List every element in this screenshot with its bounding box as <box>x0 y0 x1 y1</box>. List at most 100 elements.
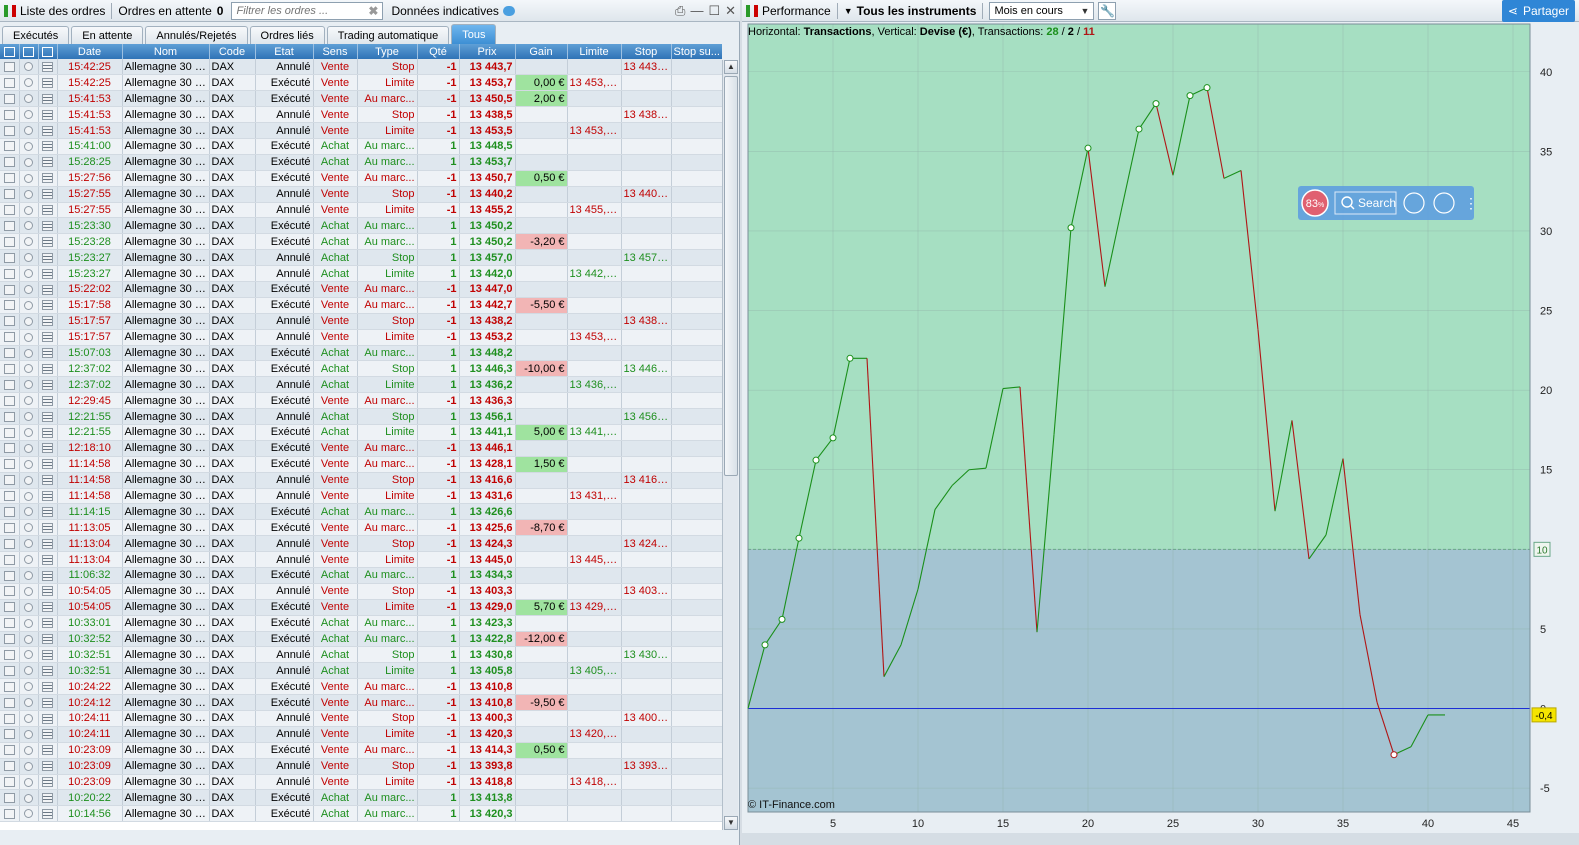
details-icon[interactable] <box>38 615 58 632</box>
table-row[interactable]: 15:23:28 Allemagne 30 a... DAX Exécuté Achat… <box>0 233 722 251</box>
cancel-icon[interactable] <box>0 519 20 537</box>
magnify-icon[interactable] <box>19 59 39 76</box>
cancel-icon[interactable] <box>0 678 20 696</box>
table-row[interactable]: 15:17:58 Allemagne 30 a... DAX Exécuté Vente… <box>0 297 722 314</box>
cancel-icon[interactable] <box>0 329 20 346</box>
details-icon[interactable] <box>38 424 58 441</box>
minimize-icon[interactable]: — <box>690 3 703 19</box>
magnify-icon[interactable] <box>19 742 39 759</box>
table-row[interactable]: 10:54:05 Allemagne 30 a... DAX Exécuté Vente… <box>0 599 722 616</box>
table-row[interactable]: 15:42:25 Allemagne 30 a... DAX Exécuté Vente… <box>0 74 722 92</box>
magnify-icon[interactable] <box>19 376 39 394</box>
details-icon[interactable] <box>38 710 58 727</box>
more-icon[interactable]: ⋮ <box>1464 195 1478 211</box>
tab-3[interactable]: Ordres liés <box>249 26 325 44</box>
table-row[interactable]: 15:41:53 Allemagne 30 a... DAX Annulé Vente L… <box>0 122 722 139</box>
details-icon[interactable] <box>38 583 58 600</box>
details-icon[interactable] <box>38 519 58 537</box>
scroll-down-icon[interactable]: ▼ <box>724 816 738 830</box>
magnify-icon[interactable] <box>19 678 39 696</box>
cancel-icon[interactable] <box>0 90 20 108</box>
magnify-icon[interactable] <box>19 74 39 92</box>
ico-search-icon[interactable] <box>19 44 39 59</box>
magnify-icon[interactable] <box>19 424 39 441</box>
cancel-icon[interactable] <box>0 297 20 314</box>
cancel-icon[interactable] <box>0 472 20 489</box>
details-icon[interactable] <box>38 742 58 759</box>
cancel-icon[interactable] <box>0 217 20 235</box>
instruments-dropdown[interactable]: ▼ Tous les instruments <box>840 0 981 22</box>
magnify-icon[interactable] <box>19 154 39 171</box>
cancel-icon[interactable] <box>0 646 20 664</box>
column-header[interactable]: Stop <box>621 44 672 59</box>
magnify-icon[interactable] <box>19 519 39 537</box>
magnify-icon[interactable] <box>19 503 39 521</box>
details-icon[interactable] <box>38 488 58 505</box>
table-row[interactable]: 10:23:09 Allemagne 30 a... DAX Annulé Vente L… <box>0 774 722 791</box>
details-icon[interactable] <box>38 631 58 648</box>
table-row[interactable]: 11:14:15 Allemagne 30 a... DAX Exécuté Achat… <box>0 503 722 521</box>
magnify-icon[interactable] <box>19 138 39 155</box>
details-icon[interactable] <box>38 345 58 362</box>
table-row[interactable]: 15:27:55 Allemagne 30 a... DAX Annulé Vente S… <box>0 186 722 203</box>
column-header[interactable]: Type <box>357 44 418 59</box>
table-row[interactable]: 10:33:01 Allemagne 30 a... DAX Exécuté Achat… <box>0 615 722 632</box>
table-row[interactable]: 12:18:10 Allemagne 30 a... DAX Exécuté Vente… <box>0 440 722 457</box>
details-icon[interactable] <box>38 789 58 807</box>
ico-config-icon[interactable] <box>0 44 20 59</box>
performance-button[interactable]: Performance <box>742 0 835 22</box>
cancel-icon[interactable] <box>0 789 20 807</box>
magnify-icon[interactable] <box>19 456 39 473</box>
magnify-icon[interactable] <box>19 758 39 775</box>
column-header[interactable]: Etat <box>255 44 314 59</box>
table-row[interactable]: 12:29:45 Allemagne 30 a... DAX Exécuté Vente… <box>0 392 722 410</box>
magnify-icon[interactable] <box>19 774 39 791</box>
table-row[interactable]: 10:32:51 Allemagne 30 a... DAX Annulé Achat L… <box>0 662 722 680</box>
table-row[interactable]: 15:42:25 Allemagne 30 a... DAX Annulé Vente S… <box>0 59 722 76</box>
cancel-icon[interactable] <box>0 710 20 727</box>
cancel-icon[interactable] <box>0 551 20 568</box>
column-header[interactable]: Qté <box>417 44 460 59</box>
magnify-icon[interactable] <box>19 408 39 425</box>
details-icon[interactable] <box>38 646 58 664</box>
cancel-icon[interactable] <box>0 154 20 171</box>
data-point[interactable] <box>1186 92 1194 100</box>
details-icon[interactable] <box>38 233 58 251</box>
cancel-icon[interactable] <box>0 122 20 139</box>
tab-2[interactable]: Annulés/Rejetés <box>145 26 248 44</box>
column-header[interactable]: Nom <box>122 44 210 59</box>
table-row[interactable]: 15:41:53 Allemagne 30 a... DAX Exécuté Vente… <box>0 90 722 108</box>
tab-5[interactable]: Tous <box>451 24 497 44</box>
details-icon[interactable] <box>38 726 58 743</box>
magnify-icon[interactable] <box>19 90 39 108</box>
cancel-icon[interactable] <box>0 503 20 521</box>
magnify-icon[interactable] <box>19 567 39 584</box>
details-icon[interactable] <box>38 297 58 314</box>
column-header[interactable]: Prix <box>459 44 516 59</box>
details-icon[interactable] <box>38 376 58 394</box>
cancel-icon[interactable] <box>0 376 20 394</box>
details-icon[interactable] <box>38 456 58 473</box>
close-icon[interactable]: ✕ <box>725 3 736 19</box>
data-point[interactable] <box>829 434 837 442</box>
cancel-icon[interactable] <box>0 106 20 124</box>
details-icon[interactable] <box>38 74 58 92</box>
magnify-icon[interactable] <box>19 583 39 600</box>
table-row[interactable]: 15:22:02 Allemagne 30 a... DAX Exécuté Vente… <box>0 281 722 298</box>
magnify-icon[interactable] <box>19 662 39 680</box>
table-row[interactable]: 15:23:27 Allemagne 30 a... DAX Annulé Achat S… <box>0 249 722 267</box>
cancel-icon[interactable] <box>0 662 20 680</box>
cancel-icon[interactable] <box>0 440 20 457</box>
column-header[interactable]: Code <box>209 44 256 59</box>
cancel-icon[interactable] <box>0 583 20 600</box>
table-row[interactable]: 10:54:05 Allemagne 30 a... DAX Annulé Vente S… <box>0 583 722 600</box>
magnify-icon[interactable] <box>19 805 39 823</box>
table-row[interactable]: 12:21:55 Allemagne 30 a... DAX Annulé Achat S… <box>0 408 722 425</box>
cancel-icon[interactable] <box>0 742 20 759</box>
cancel-icon[interactable] <box>0 758 20 775</box>
magnify-icon[interactable] <box>19 217 39 235</box>
data-point[interactable] <box>1152 100 1160 108</box>
details-icon[interactable] <box>38 217 58 235</box>
details-icon[interactable] <box>38 567 58 584</box>
magnify-icon[interactable] <box>19 265 39 282</box>
